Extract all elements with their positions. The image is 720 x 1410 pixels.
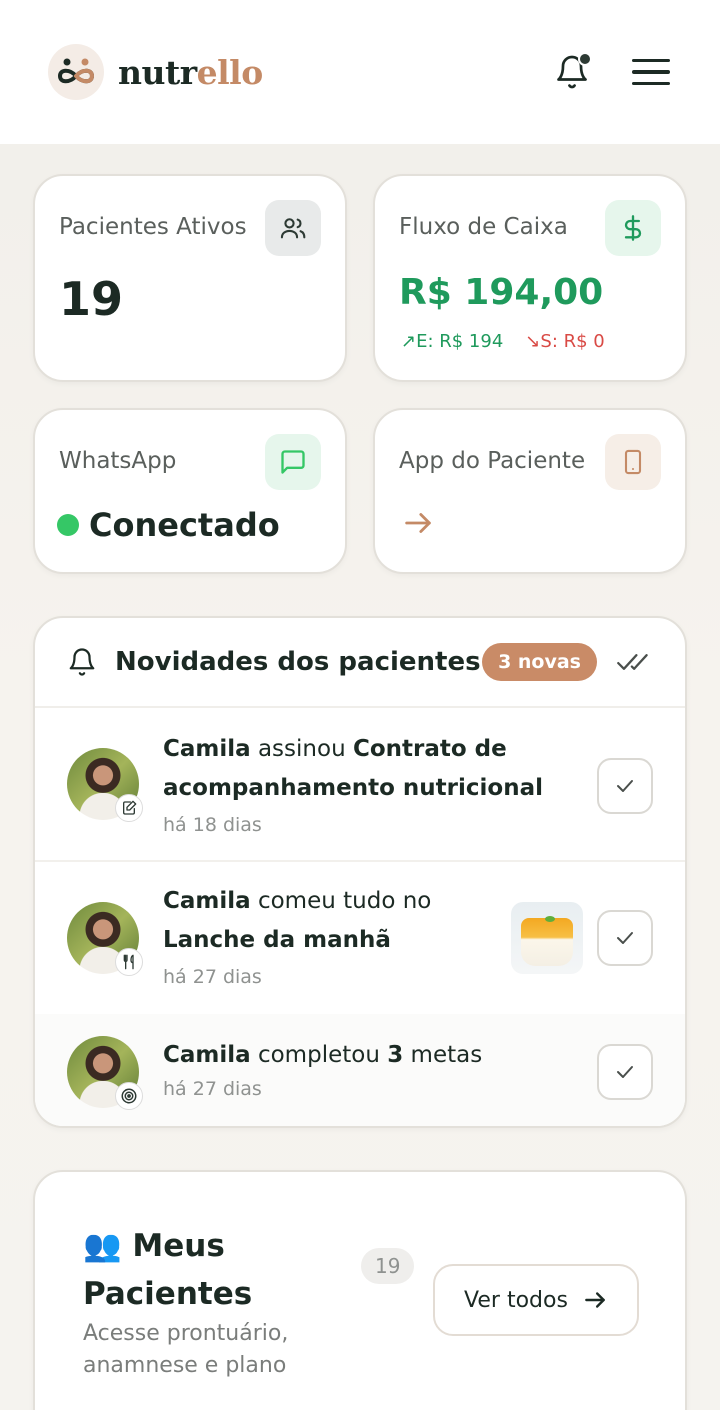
patient-news-card: Novidades dos pacientes 3 novas Camila a…	[33, 616, 687, 1128]
news-text: Camila comeu tudo no Lanche da manhã	[163, 888, 432, 953]
users-icon	[265, 200, 321, 256]
news-time: há 27 dias	[163, 1078, 262, 1100]
news-time: há 27 dias	[163, 966, 262, 988]
patient-news-header: Novidades dos pacientes 3 novas	[35, 618, 685, 708]
utensils-icon	[115, 948, 143, 976]
avatar	[67, 1036, 143, 1110]
arrow-right-icon[interactable]	[401, 506, 435, 544]
smartphone-icon	[605, 434, 661, 490]
whatsapp-status: Conectado	[57, 506, 280, 544]
arrow-right-icon	[585, 1292, 605, 1308]
see-all-label: Ver todos	[464, 1287, 568, 1313]
check-icon	[617, 780, 633, 792]
people-icon: 👥	[83, 1228, 122, 1264]
active-patients-label: Pacientes Ativos	[59, 214, 247, 240]
notifications-button[interactable]	[552, 50, 592, 94]
chat-icon	[265, 434, 321, 490]
patients-count-badge: 19	[361, 1248, 415, 1284]
brand-name: nutrello	[118, 52, 263, 92]
cashflow-value: R$ 194,00	[399, 272, 604, 313]
notification-dot	[578, 52, 592, 66]
news-item[interactable]: Camila completou 3 metas há 27 dias	[35, 1014, 685, 1126]
cashflow-in: ↗E: R$ 194	[401, 331, 504, 352]
patient-app-label: App do Paciente	[399, 448, 586, 474]
check-icon	[617, 932, 633, 944]
whatsapp-label: WhatsApp	[59, 448, 177, 474]
dollar-icon	[605, 200, 661, 256]
patient-news-title: Novidades dos pacientes	[115, 647, 481, 677]
menu-button[interactable]	[632, 52, 672, 92]
hamburger-menu-icon	[632, 58, 670, 63]
news-time: há 18 dias	[163, 814, 262, 836]
mark-read-button[interactable]	[597, 910, 653, 966]
whatsapp-card[interactable]: WhatsApp Conectado	[33, 408, 347, 574]
mark-read-button[interactable]	[597, 758, 653, 814]
brand[interactable]: nutrello	[48, 44, 263, 100]
active-patients-count: 19	[59, 272, 124, 326]
sign-document-icon	[115, 794, 143, 822]
active-patients-card[interactable]: Pacientes Ativos 19	[33, 174, 347, 382]
news-text: Camila completou 3 metas	[163, 1042, 483, 1068]
whatsapp-status-text: Conectado	[89, 506, 280, 544]
news-item[interactable]: Camila assinou Contrato de acompanhament…	[35, 710, 685, 862]
patient-app-card[interactable]: App do Paciente	[373, 408, 687, 574]
arrow-up-right-icon: ↗	[401, 331, 417, 352]
see-all-button[interactable]: Ver todos	[433, 1264, 639, 1336]
target-icon	[115, 1082, 143, 1110]
cashflow-out: ↘S: R$ 0	[525, 331, 605, 352]
my-patients-card: 👥 Meus Pacientes Acesse prontuário, anam…	[33, 1170, 687, 1410]
avatar	[67, 902, 143, 976]
app-header: nutrello	[0, 0, 720, 144]
logo-icon	[48, 44, 104, 100]
check-icon	[617, 1066, 633, 1078]
double-check-icon	[617, 654, 648, 670]
new-count-badge: 3 novas	[482, 643, 597, 681]
arrow-down-right-icon: ↘	[525, 331, 541, 352]
my-patients-title: 👥 Meus Pacientes	[83, 1228, 253, 1312]
status-dot	[57, 514, 79, 536]
my-patients-subtitle: Acesse prontuário, anamnese e plano	[83, 1321, 289, 1378]
avatar	[67, 748, 143, 822]
news-text: Camila assinou Contrato de acompanhament…	[163, 736, 543, 801]
mark-read-button[interactable]	[597, 1044, 653, 1100]
mark-all-read-button[interactable]	[613, 642, 653, 682]
bell-icon	[69, 648, 95, 676]
news-item[interactable]: Camila comeu tudo no Lanche da manhã há …	[35, 862, 685, 1014]
meal-photo[interactable]	[511, 902, 583, 974]
cashflow-card[interactable]: Fluxo de Caixa R$ 194,00 ↗E: R$ 194 ↘S: …	[373, 174, 687, 382]
cashflow-label: Fluxo de Caixa	[399, 214, 568, 240]
